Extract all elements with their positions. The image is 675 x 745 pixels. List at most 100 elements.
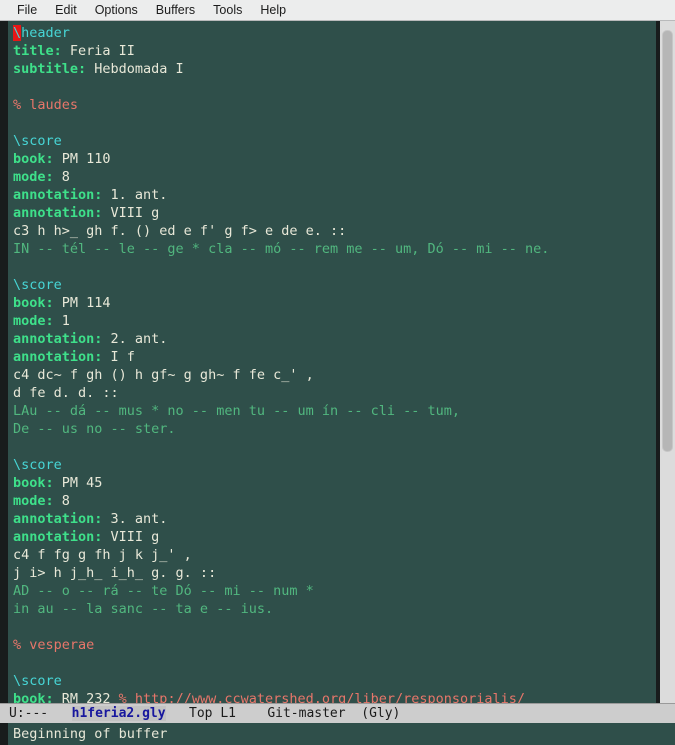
code-span-val: 1. ant. <box>102 187 168 203</box>
code-span-val: Feria II <box>61 43 135 59</box>
code-span-notes: d fe d. d. :: <box>13 385 119 401</box>
code-span-key: mode: <box>13 313 54 329</box>
buffer-line[interactable] <box>8 114 656 132</box>
modeline-buffer-name[interactable]: h1feria2.gly <box>71 706 166 721</box>
buffer-line[interactable]: book: PM 114 <box>8 294 656 312</box>
modeline-position: Top L1 <box>189 706 236 721</box>
menu-file[interactable]: File <box>8 0 46 20</box>
buffer-line[interactable]: % vesperae <box>8 636 656 654</box>
buffer-line[interactable]: annotation: 2. ant. <box>8 330 656 348</box>
buffer-line[interactable]: d fe d. d. :: <box>8 384 656 402</box>
code-span-key: annotation: <box>13 331 103 347</box>
code-span-val: VIII g <box>102 529 160 545</box>
code-span-lyrics: in au -- la sanc -- ta e -- ius. <box>13 601 274 617</box>
buffer-line[interactable]: \score <box>8 672 656 690</box>
code-span-key: annotation: <box>13 205 103 221</box>
buffer-line[interactable]: annotation: I f <box>8 348 656 366</box>
buffer-line[interactable]: j i> h j_h_ i_h_ g. g. :: <box>8 564 656 582</box>
code-span-notes: c3 h h>_ gh f. () ed e f' g f> e de e. :… <box>13 223 347 239</box>
echo-message: Beginning of buffer <box>13 726 168 742</box>
code-span-lyrics: De -- us no -- ster. <box>13 421 176 437</box>
code-span-key: annotation: <box>13 349 103 365</box>
code-span-kw: \score <box>13 133 62 149</box>
echo-left-fringe <box>0 723 8 745</box>
code-span-kw: header <box>21 25 70 41</box>
buffer-line[interactable]: book: PM 110 <box>8 150 656 168</box>
code-span-key: subtitle: <box>13 61 87 77</box>
code-span-kw: \score <box>13 457 62 473</box>
code-span-val: 1 <box>53 313 70 329</box>
buffer-line[interactable]: mode: 8 <box>8 492 656 510</box>
code-span-comment: % http://www.ccwatershed.org/liber/respo… <box>118 691 526 703</box>
emacs-window: File Edit Options Buffers Tools Help \he… <box>0 0 675 745</box>
code-span-key: annotation: <box>13 511 103 527</box>
code-span-val: 8 <box>53 493 70 509</box>
code-span-lyrics: AD -- o -- rá -- te Dó -- mi -- num * <box>13 583 314 599</box>
code-span-key: book: <box>13 475 54 491</box>
code-span-key: annotation: <box>13 187 103 203</box>
code-span-key: mode: <box>13 169 54 185</box>
modeline-vc-state[interactable]: Git-master <box>267 706 345 721</box>
vertical-scrollbar[interactable] <box>660 21 675 703</box>
code-span-val: VIII g <box>102 205 160 221</box>
code-span-lyrics: LAu -- dá -- mus * no -- men tu -- um ín… <box>13 403 461 419</box>
code-span-key: mode: <box>13 493 54 509</box>
buffer-line[interactable]: mode: 8 <box>8 168 656 186</box>
buffer-line[interactable]: c4 f fg g fh j k j_' , <box>8 546 656 564</box>
code-span-val: 2. ant. <box>102 331 168 347</box>
buffer-line[interactable]: \score <box>8 132 656 150</box>
buffer-line[interactable]: c3 h h>_ gh f. () ed e f' g f> e de e. :… <box>8 222 656 240</box>
menu-tools[interactable]: Tools <box>204 0 251 20</box>
code-span-val: Hebdomada I <box>86 61 184 77</box>
modeline-spacer-4 <box>346 706 362 721</box>
buffer-line[interactable] <box>8 78 656 96</box>
buffer-line[interactable]: annotation: 1. ant. <box>8 186 656 204</box>
code-span-key: book: <box>13 295 54 311</box>
editor-area: \header title: Feria II subtitle: Hebdomad… <box>0 21 675 703</box>
buffer-line[interactable]: c4 dc~ f gh () h gf~ g gh~ f fe c_' , <box>8 366 656 384</box>
modeline-coding: U:--- <box>9 706 49 721</box>
buffer-line[interactable]: % laudes <box>8 96 656 114</box>
buffer-line[interactable] <box>8 654 656 672</box>
buffer-line[interactable] <box>8 258 656 276</box>
buffer-line[interactable]: De -- us no -- ster. <box>8 420 656 438</box>
mode-line[interactable]: U:--- h1feria2.gly Top L1 Git-master (Gl… <box>0 703 675 723</box>
buffer-line[interactable]: \score <box>8 276 656 294</box>
code-span-val: PM 114 <box>53 295 111 311</box>
echo-area: Beginning of buffer <box>0 723 675 745</box>
buffer-line[interactable]: annotation: VIII g <box>8 204 656 222</box>
buffer-line[interactable]: subtitle: Hebdomada I <box>8 60 656 78</box>
buffer-line[interactable]: IN -- tél -- le -- ge * cla -- mó -- rem… <box>8 240 656 258</box>
buffer-line[interactable]: \header <box>8 24 656 42</box>
buffer-line[interactable] <box>8 438 656 456</box>
buffer-line[interactable]: annotation: 3. ant. <box>8 510 656 528</box>
left-fringe <box>0 21 8 703</box>
menu-help[interactable]: Help <box>251 0 295 20</box>
buffer-line[interactable]: LAu -- dá -- mus * no -- men tu -- um ín… <box>8 402 656 420</box>
buffer-line[interactable] <box>8 618 656 636</box>
scrollbar-gutter <box>656 21 675 703</box>
buffer-line[interactable]: book: PM 45 <box>8 474 656 492</box>
buffer-line[interactable]: in au -- la sanc -- ta e -- ius. <box>8 600 656 618</box>
menu-buffers[interactable]: Buffers <box>147 0 204 20</box>
buffer-line[interactable]: book: RM 232 % http://www.ccwatershed.or… <box>8 690 656 703</box>
code-span-val: 3. ant. <box>102 511 168 527</box>
buffer-line[interactable]: \score <box>8 456 656 474</box>
buffer-line[interactable]: annotation: VIII g <box>8 528 656 546</box>
code-span-cursor: \ <box>13 25 22 41</box>
modeline-major-mode[interactable]: (Gly) <box>361 706 400 721</box>
code-span-val: 8 <box>53 169 70 185</box>
code-span-comment: % vesperae <box>13 637 95 653</box>
code-span-val: PM 110 <box>53 151 111 167</box>
code-span-notes: j i> h j_h_ i_h_ g. g. :: <box>13 565 217 581</box>
menu-edit[interactable]: Edit <box>46 0 86 20</box>
code-span-key: annotation: <box>13 529 103 545</box>
buffer-line[interactable]: title: Feria II <box>8 42 656 60</box>
buffer-line[interactable]: mode: 1 <box>8 312 656 330</box>
code-span-kw: \score <box>13 277 62 293</box>
menu-options[interactable]: Options <box>86 0 147 20</box>
scrollbar-thumb[interactable] <box>662 30 673 452</box>
modeline-spacer-1 <box>48 706 71 721</box>
buffer-line[interactable]: AD -- o -- rá -- te Dó -- mi -- num * <box>8 582 656 600</box>
buffer-text[interactable]: \header title: Feria II subtitle: Hebdomad… <box>8 21 656 703</box>
